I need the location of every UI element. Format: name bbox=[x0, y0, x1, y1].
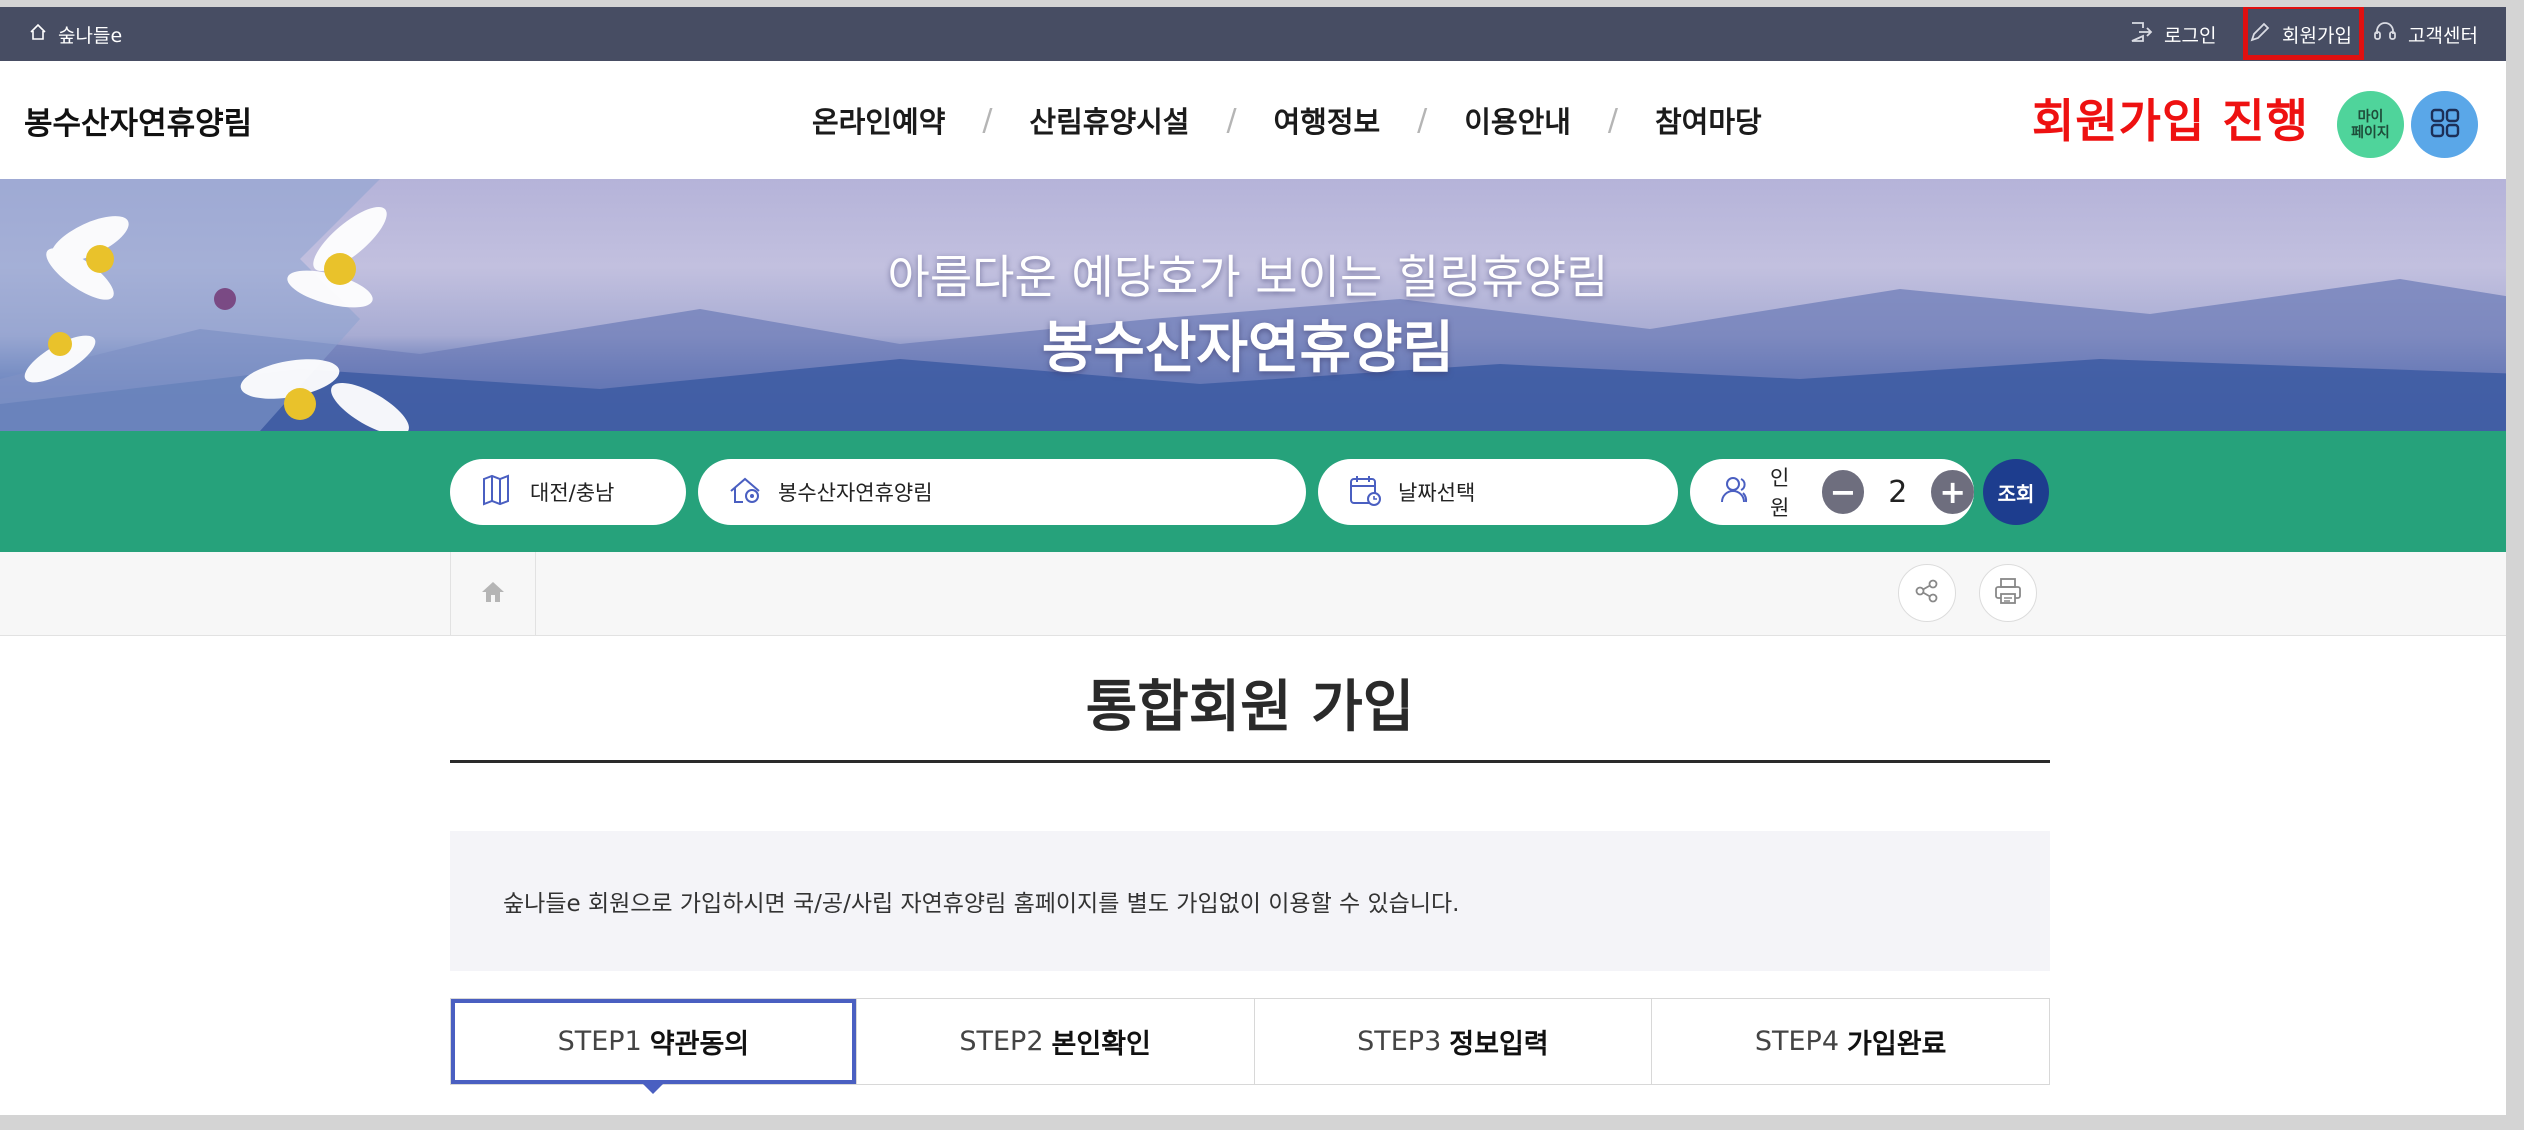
window-edge bbox=[2506, 7, 2524, 1115]
step-name: 정보입력 bbox=[1449, 1029, 1549, 1060]
step-complete[interactable]: STEP4 가입완료 bbox=[1651, 999, 2049, 1084]
location-pin-icon bbox=[726, 471, 764, 514]
mypage-label-line1: 마이 bbox=[2357, 108, 2384, 125]
people-count: 2 bbox=[1888, 474, 1908, 510]
step-name: 약관동의 bbox=[649, 1029, 750, 1060]
join-notice-text: 숲나들e 회원으로 가입하시면 국/공/사립 자연휴양림 홈페이지를 별도 가입… bbox=[503, 891, 1460, 917]
step-number: STEP1 bbox=[557, 1026, 642, 1057]
nav-separator: / bbox=[982, 102, 993, 138]
grid-icon bbox=[2429, 107, 2461, 143]
date-select[interactable]: 날짜선택 bbox=[1318, 459, 1678, 525]
step-info-entry[interactable]: STEP3 정보입력 bbox=[1253, 999, 1652, 1084]
people-icon bbox=[1718, 471, 1756, 514]
login-link[interactable]: 로그인 bbox=[2128, 7, 2216, 61]
nav-item-usage-guide[interactable]: 이용안내 bbox=[1462, 99, 1573, 141]
nav-item-facilities[interactable]: 산림휴양시설 bbox=[1027, 99, 1191, 141]
step-terms-agreement[interactable]: STEP1 약관동의 bbox=[451, 999, 856, 1094]
login-label: 로그인 bbox=[2164, 24, 2217, 47]
page: 숲나들e 로그인 회원가입 고객센터 봉수산자연휴양림 온라인예약 / 산림휴양… bbox=[0, 7, 2524, 1115]
site-logo[interactable]: 봉수산자연휴양림 bbox=[24, 61, 252, 179]
reservation-search-bar: 대전/충남 봉수산자연휴양림 날짜선택 인원 − 2 + 조회 bbox=[0, 431, 2524, 552]
forest-select[interactable]: 봉수산자연휴양림 bbox=[698, 459, 1306, 525]
cs-label: 고객센터 bbox=[2408, 24, 2478, 47]
site-header: 봉수산자연휴양림 온라인예약 / 산림휴양시설 / 여행정보 / 이용안내 / … bbox=[0, 61, 2524, 179]
hero-title: 봉수산자연휴양림 bbox=[1041, 316, 1455, 381]
forest-value: 봉수산자연휴양림 bbox=[778, 481, 933, 505]
hero-banner: 아름다운 예당호가 보이는 힐링휴양림 봉수산자연휴양림 bbox=[0, 179, 2524, 431]
join-steps: STEP1 약관동의 STEP2 본인확인 STEP3 정보입력 STEP4 가… bbox=[450, 998, 2050, 1094]
util-home-link[interactable]: 숲나들e bbox=[28, 7, 122, 61]
customer-center-link[interactable]: 고객센터 bbox=[2372, 7, 2478, 61]
all-menu-button[interactable] bbox=[2411, 91, 2478, 158]
people-selector: 인원 − 2 + bbox=[1690, 459, 1975, 525]
step-number: STEP2 bbox=[959, 1026, 1044, 1057]
join-notice: 숲나들e 회원으로 가입하시면 국/공/사립 자연휴양림 홈페이지를 별도 가입… bbox=[450, 831, 2050, 971]
nav-item-community[interactable]: 참여마당 bbox=[1653, 99, 1764, 141]
share-button[interactable] bbox=[1898, 564, 1956, 622]
headset-icon bbox=[2372, 19, 2398, 50]
step-name: 본인확인 bbox=[1051, 1029, 1151, 1060]
printer-icon bbox=[1992, 575, 2024, 611]
breadcrumb-home-button[interactable] bbox=[450, 552, 536, 636]
screenshot-frame: 숲나들e 로그인 회원가입 고객센터 봉수산자연휴양림 온라인예약 / 산림휴양… bbox=[0, 0, 2524, 1130]
login-icon bbox=[2128, 19, 2154, 50]
page-title: 통합회원 가입 bbox=[1085, 675, 1415, 740]
region-select[interactable]: 대전/충남 bbox=[450, 459, 686, 525]
people-minus-button[interactable]: − bbox=[1821, 470, 1865, 514]
step-number: STEP3 bbox=[1357, 1026, 1442, 1057]
home-icon bbox=[478, 577, 508, 611]
region-value: 대전/충남 bbox=[530, 481, 615, 505]
mypage-button[interactable]: 마이 페이지 bbox=[2337, 91, 2404, 158]
step-number: STEP4 bbox=[1754, 1026, 1840, 1057]
breadcrumb bbox=[0, 552, 2524, 636]
hero-subtitle: 아름다운 예당호가 보이는 힐링휴양림 bbox=[887, 250, 1609, 304]
join-highlight-box bbox=[2243, 7, 2364, 60]
map-icon bbox=[478, 471, 516, 514]
main-nav: 온라인예약 / 산림휴양시설 / 여행정보 / 이용안내 / 참여마당 bbox=[810, 61, 1764, 179]
join-progress-caption: 회원가입 진행 bbox=[2032, 94, 2309, 148]
search-button[interactable]: 조회 bbox=[1983, 459, 2049, 525]
util-home-label: 숲나들e bbox=[58, 24, 123, 47]
step-name: 가입완료 bbox=[1847, 1029, 1947, 1060]
step-identity-verification[interactable]: STEP2 본인확인 bbox=[855, 999, 1254, 1084]
nav-separator: / bbox=[1607, 102, 1619, 138]
date-value: 날짜선택 bbox=[1398, 481, 1476, 505]
mypage-label-line2: 페이지 bbox=[2351, 124, 2390, 141]
people-label: 인원 bbox=[1770, 466, 1790, 520]
nav-separator: / bbox=[1417, 102, 1428, 138]
print-button[interactable] bbox=[1979, 564, 2037, 622]
home-icon bbox=[28, 22, 48, 47]
nav-item-travel-info[interactable]: 여행정보 bbox=[1272, 99, 1383, 141]
title-divider bbox=[450, 760, 2050, 763]
people-plus-button[interactable]: + bbox=[1931, 470, 1975, 514]
nav-separator: / bbox=[1226, 102, 1237, 138]
utility-bar: 숲나들e 로그인 회원가입 고객센터 bbox=[0, 7, 2524, 61]
share-icon bbox=[1912, 576, 1942, 610]
nav-item-online-reservation[interactable]: 온라인예약 bbox=[810, 99, 947, 141]
calendar-icon bbox=[1346, 471, 1384, 514]
